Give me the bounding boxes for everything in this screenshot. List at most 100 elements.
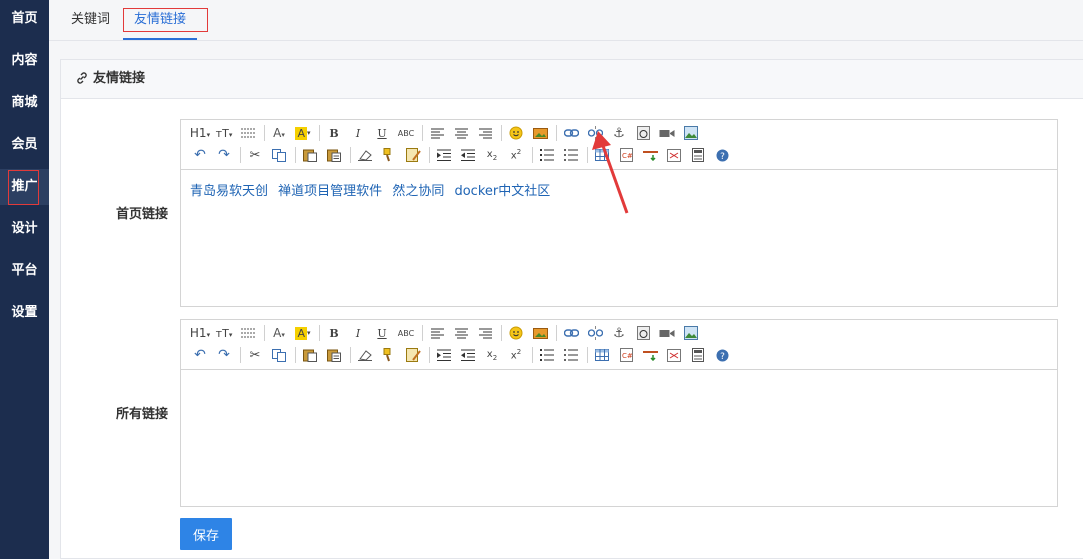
strikethrough-icon[interactable]: ABC bbox=[395, 123, 417, 143]
strikethrough-icon[interactable]: ABC bbox=[395, 323, 417, 343]
table-icon[interactable] bbox=[591, 145, 613, 165]
save-button[interactable]: 保存 bbox=[180, 518, 232, 550]
cut-icon[interactable]: ✂ bbox=[244, 345, 266, 365]
subscript-icon[interactable]: x2 bbox=[481, 345, 503, 365]
editor-content-area[interactable]: 青岛易软天创 禅道项目管理软件 然之协同 docker中文社区 bbox=[181, 170, 1057, 209]
flash-icon[interactable] bbox=[632, 323, 654, 343]
undo-icon[interactable]: ↶ bbox=[189, 345, 211, 365]
format-brush-icon[interactable] bbox=[378, 345, 400, 365]
align-center-icon[interactable] bbox=[450, 323, 472, 343]
paste-icon[interactable] bbox=[299, 145, 321, 165]
copy-icon[interactable] bbox=[268, 345, 290, 365]
subscript-icon[interactable]: x2 bbox=[481, 145, 503, 165]
unlink-icon[interactable] bbox=[584, 123, 606, 143]
sidebar-item-members[interactable]: 会员 bbox=[0, 127, 49, 163]
italic-icon[interactable]: I bbox=[347, 323, 369, 343]
align-left-icon[interactable] bbox=[426, 123, 448, 143]
quick-format-icon[interactable] bbox=[402, 145, 424, 165]
help-icon[interactable]: ? bbox=[711, 145, 733, 165]
help-icon[interactable]: ? bbox=[711, 345, 733, 365]
all-links-editor[interactable]: H1▾ тT▾ A▾ A ▾ B I U ABC ⚓ ↶ ↷ ✂ x2 x2 C#? bbox=[180, 319, 1058, 507]
code-icon[interactable]: C# bbox=[615, 345, 637, 365]
font-color-icon[interactable]: A▾ bbox=[268, 123, 290, 143]
unlink-icon[interactable] bbox=[584, 323, 606, 343]
align-center-icon[interactable] bbox=[450, 123, 472, 143]
paragraph-icon[interactable] bbox=[237, 323, 259, 343]
link-item[interactable]: 然之协同 bbox=[392, 184, 444, 199]
table-icon[interactable] bbox=[591, 345, 613, 365]
insert-image-icon[interactable] bbox=[680, 323, 702, 343]
page-break-icon[interactable] bbox=[663, 145, 685, 165]
template-icon[interactable] bbox=[687, 145, 709, 165]
flash-icon[interactable] bbox=[632, 123, 654, 143]
clear-format-icon[interactable] bbox=[354, 145, 376, 165]
ordered-list-icon[interactable] bbox=[536, 345, 558, 365]
align-left-icon[interactable] bbox=[426, 323, 448, 343]
ordered-list-icon[interactable] bbox=[536, 145, 558, 165]
paste-icon[interactable] bbox=[299, 345, 321, 365]
link-item[interactable]: docker中文社区 bbox=[454, 184, 550, 199]
horizontal-line-icon[interactable] bbox=[639, 345, 661, 365]
bold-icon[interactable]: B bbox=[323, 323, 345, 343]
link-item[interactable]: 青岛易软天创 bbox=[190, 184, 268, 199]
link-icon[interactable] bbox=[560, 123, 582, 143]
emoticon-icon[interactable] bbox=[505, 123, 527, 143]
sidebar-item-content[interactable]: 内容 bbox=[0, 43, 49, 79]
heading-icon[interactable]: H1▾ bbox=[189, 123, 211, 143]
italic-icon[interactable]: I bbox=[347, 123, 369, 143]
emoticon-icon[interactable] bbox=[505, 323, 527, 343]
underline-icon[interactable]: U bbox=[371, 323, 393, 343]
font-color-icon[interactable]: A▾ bbox=[268, 323, 290, 343]
sidebar-item-platform[interactable]: 平台 bbox=[0, 253, 49, 289]
media-icon[interactable] bbox=[656, 323, 678, 343]
bold-icon[interactable]: B bbox=[323, 123, 345, 143]
outdent-icon[interactable] bbox=[457, 345, 479, 365]
tab-keywords[interactable]: 关键词 bbox=[71, 0, 110, 40]
sidebar-item-settings[interactable]: 设置 bbox=[0, 295, 49, 331]
indent-icon[interactable] bbox=[433, 345, 455, 365]
anchor-icon[interactable]: ⚓ bbox=[608, 123, 630, 143]
link-item[interactable]: 禅道项目管理软件 bbox=[278, 184, 382, 199]
editor-content-area[interactable] bbox=[181, 370, 1057, 390]
font-size-icon[interactable]: тT▾ bbox=[213, 323, 235, 343]
paste-text-icon[interactable] bbox=[323, 345, 345, 365]
sidebar-item-mall[interactable]: 商城 bbox=[0, 85, 49, 121]
align-right-icon[interactable] bbox=[474, 323, 496, 343]
undo-icon[interactable]: ↶ bbox=[189, 145, 211, 165]
unordered-list-icon[interactable] bbox=[560, 345, 582, 365]
unordered-list-icon[interactable] bbox=[560, 145, 582, 165]
paste-text-icon[interactable] bbox=[323, 145, 345, 165]
indent-icon[interactable] bbox=[433, 145, 455, 165]
horizontal-line-icon[interactable] bbox=[639, 145, 661, 165]
page-break-icon[interactable] bbox=[663, 345, 685, 365]
sidebar-item-design[interactable]: 设计 bbox=[0, 211, 49, 247]
image-icon[interactable] bbox=[529, 323, 551, 343]
homepage-links-editor[interactable]: H1▾ тT▾ A▾ A ▾ B I U ABC ⚓ ↶ ↷ ✂ x2 x2 C#? 青岛易软天创 禅道项目管… bbox=[180, 119, 1058, 307]
sidebar-item-home[interactable]: 首页 bbox=[0, 1, 49, 37]
sidebar-item-promotion[interactable]: 推广 bbox=[0, 169, 49, 205]
clear-format-icon[interactable] bbox=[354, 345, 376, 365]
redo-icon[interactable]: ↷ bbox=[213, 345, 235, 365]
image-icon[interactable] bbox=[529, 123, 551, 143]
quick-format-icon[interactable] bbox=[402, 345, 424, 365]
highlight-color-icon[interactable]: A ▾ bbox=[292, 123, 314, 143]
copy-icon[interactable] bbox=[268, 145, 290, 165]
underline-icon[interactable]: U bbox=[371, 123, 393, 143]
font-size-icon[interactable]: тT▾ bbox=[213, 123, 235, 143]
anchor-icon[interactable]: ⚓ bbox=[608, 323, 630, 343]
format-brush-icon[interactable] bbox=[378, 145, 400, 165]
heading-icon[interactable]: H1▾ bbox=[189, 323, 211, 343]
template-icon[interactable] bbox=[687, 345, 709, 365]
align-right-icon[interactable] bbox=[474, 123, 496, 143]
paragraph-icon[interactable] bbox=[237, 123, 259, 143]
link-icon[interactable] bbox=[560, 323, 582, 343]
cut-icon[interactable]: ✂ bbox=[244, 145, 266, 165]
outdent-icon[interactable] bbox=[457, 145, 479, 165]
highlight-color-icon[interactable]: A ▾ bbox=[292, 323, 314, 343]
code-icon[interactable]: C# bbox=[615, 145, 637, 165]
superscript-icon[interactable]: x2 bbox=[505, 345, 527, 365]
redo-icon[interactable]: ↷ bbox=[213, 145, 235, 165]
insert-image-icon[interactable] bbox=[680, 123, 702, 143]
media-icon[interactable] bbox=[656, 123, 678, 143]
superscript-icon[interactable]: x2 bbox=[505, 145, 527, 165]
